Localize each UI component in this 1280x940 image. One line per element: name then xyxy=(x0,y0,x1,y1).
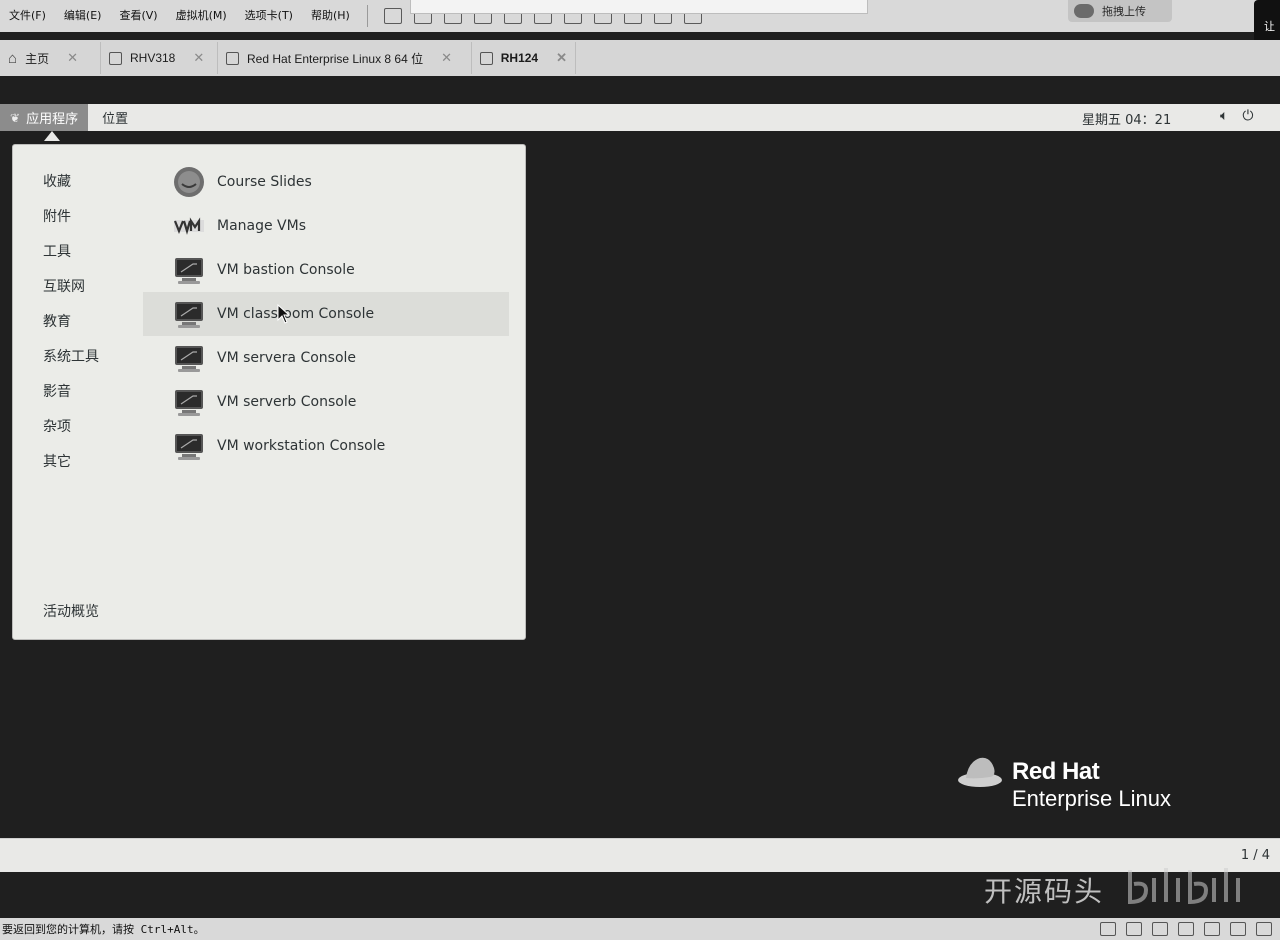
display-icon[interactable] xyxy=(1256,922,1272,936)
close-icon[interactable]: ✕ xyxy=(441,50,452,66)
status-message: 要返回到您的计算机，请按 Ctrl+Alt。 xyxy=(2,923,205,936)
app-label: VM serverb Console xyxy=(217,394,357,410)
redhat-shadowman-icon xyxy=(958,757,1002,787)
app-label: Course Slides xyxy=(217,174,312,190)
cloud-icon xyxy=(1074,4,1094,18)
tab-rhv318[interactable]: RHV318 ✕ xyxy=(101,42,218,74)
category-system-tools[interactable]: 系统工具 xyxy=(43,346,99,366)
upload-button[interactable]: 拖拽上传 xyxy=(1068,0,1172,22)
app-manage-vms[interactable]: Manage VMs xyxy=(143,204,509,248)
app-label: Manage VMs xyxy=(217,218,307,234)
category-favorites[interactable]: 收藏 xyxy=(43,171,71,191)
printer-icon[interactable] xyxy=(1178,922,1194,936)
vm-icon xyxy=(109,51,122,65)
system-menu[interactable]: 🔈︎ ⏻ xyxy=(1220,108,1253,124)
menu-vm[interactable]: 虚拟机(M) xyxy=(167,0,236,32)
app-vm-workstation-console[interactable]: VM workstation Console xyxy=(143,424,509,468)
gnome-topbar: ❦ 应用程序 位置 星期五 04：21 🔈︎ ⏻ xyxy=(0,104,1280,131)
tab-label: RHV318 xyxy=(130,51,176,65)
manage-vms-icon xyxy=(173,217,204,235)
app-label: VM workstation Console xyxy=(217,438,386,454)
cd-dvd-icon[interactable] xyxy=(1126,922,1142,936)
category-education[interactable]: 教育 xyxy=(43,311,71,331)
guest-top-gap xyxy=(0,76,1280,104)
gnome-bottom-bar: 1 / 4 xyxy=(0,838,1280,873)
pause-icon[interactable] xyxy=(383,8,402,24)
vm-icon xyxy=(226,51,239,65)
network-icon[interactable] xyxy=(1152,922,1168,936)
toolbar-dropdown-stub xyxy=(410,0,868,14)
vm-running-icon xyxy=(480,51,493,65)
category-utilities[interactable]: 工具 xyxy=(43,241,71,261)
applications-menu-button[interactable]: ❦ 应用程序 xyxy=(0,104,89,131)
host-tabbar: ⌂ 主页 ✕ RHV318 ✕ Red Hat Enterprise Linux… xyxy=(0,40,1280,76)
app-course-slides[interactable]: Course Slides xyxy=(143,160,509,204)
usb-icon[interactable] xyxy=(1204,922,1220,936)
logo-line-1: Red Hat xyxy=(1012,758,1100,785)
bilibili-logo-icon xyxy=(1128,868,1240,905)
device-tray xyxy=(1100,922,1272,936)
category-sound-video[interactable]: 影音 xyxy=(43,381,71,401)
category-sundry[interactable]: 杂项 xyxy=(43,416,71,436)
category-accessories[interactable]: 附件 xyxy=(43,206,71,226)
app-vm-serverb-console[interactable]: VM serverb Console xyxy=(143,380,509,424)
menu-divider xyxy=(366,5,368,27)
menu-tabs[interactable]: 选项卡(T) xyxy=(236,0,302,32)
category-internet[interactable]: 互联网 xyxy=(43,276,85,296)
app-label: VM classroom Console xyxy=(217,306,375,322)
activities-overview-link[interactable]: 活动概览 xyxy=(43,601,99,621)
clock[interactable]: 星期五 04：21 xyxy=(1082,109,1171,128)
home-icon: ⌂ xyxy=(8,49,18,67)
logo-line-2: Enterprise Linux xyxy=(1012,786,1171,811)
applications-menu: 收藏 附件 工具 互联网 教育 系统工具 影音 杂项 其它 活动概览 Cours… xyxy=(12,144,526,640)
menu-help[interactable]: 帮助(H) xyxy=(302,0,359,32)
menu-view[interactable]: 查看(V) xyxy=(110,0,166,32)
menu-edit[interactable]: 编辑(E) xyxy=(55,0,111,32)
tab-label: RH124 xyxy=(500,51,539,65)
course-slides-icon xyxy=(174,167,204,197)
menu-pointer-arrow xyxy=(44,131,60,141)
tab-rh124[interactable]: RH124 ✕ xyxy=(472,42,576,74)
menu-file[interactable]: 文件(F) xyxy=(0,0,55,32)
power-icon: ⏻ xyxy=(1242,108,1254,124)
tab-home[interactable]: ⌂ 主页 ✕ xyxy=(0,42,101,74)
monitor-icon xyxy=(175,390,203,416)
redhat-logo: Red Hat Enterprise Linux xyxy=(956,752,1216,822)
close-icon[interactable]: ✕ xyxy=(556,50,567,66)
applications-label: 应用程序 xyxy=(26,112,79,127)
tab-rhel8[interactable]: Red Hat Enterprise Linux 8 64 位 ✕ xyxy=(218,42,472,74)
app-label: VM servera Console xyxy=(217,350,357,366)
app-vm-classroom-console[interactable]: VM classroom Console xyxy=(143,292,509,336)
category-other[interactable]: 其它 xyxy=(43,451,71,471)
watermark-text: 开源码头 xyxy=(984,875,1105,908)
close-icon[interactable]: ✕ xyxy=(67,50,78,66)
hard-disk-icon[interactable] xyxy=(1100,922,1116,936)
monitor-icon xyxy=(175,258,203,284)
close-icon[interactable]: ✕ xyxy=(193,50,204,66)
sound-icon[interactable] xyxy=(1230,922,1246,936)
monitor-icon xyxy=(175,302,203,328)
gnome-foot-icon: ❦ xyxy=(10,110,21,125)
places-menu-button[interactable]: 位置 xyxy=(88,108,142,127)
app-vm-servera-console[interactable]: VM servera Console xyxy=(143,336,509,380)
host-statusbar: 要返回到您的计算机，请按 Ctrl+Alt。 xyxy=(0,918,1280,940)
app-label: VM bastion Console xyxy=(217,262,355,278)
tab-label: 主页 xyxy=(25,51,50,66)
volume-icon: 🔈︎ xyxy=(1220,108,1229,124)
tab-label: Red Hat Enterprise Linux 8 64 位 xyxy=(247,51,424,66)
upload-label: 拖拽上传 xyxy=(1102,5,1146,18)
mouse-cursor-icon xyxy=(277,304,291,324)
monitor-icon xyxy=(175,346,203,372)
edge-tab-label: 让 xyxy=(1264,20,1275,33)
app-vm-bastion-console[interactable]: VM bastion Console xyxy=(143,248,509,292)
monitor-icon xyxy=(175,434,203,460)
